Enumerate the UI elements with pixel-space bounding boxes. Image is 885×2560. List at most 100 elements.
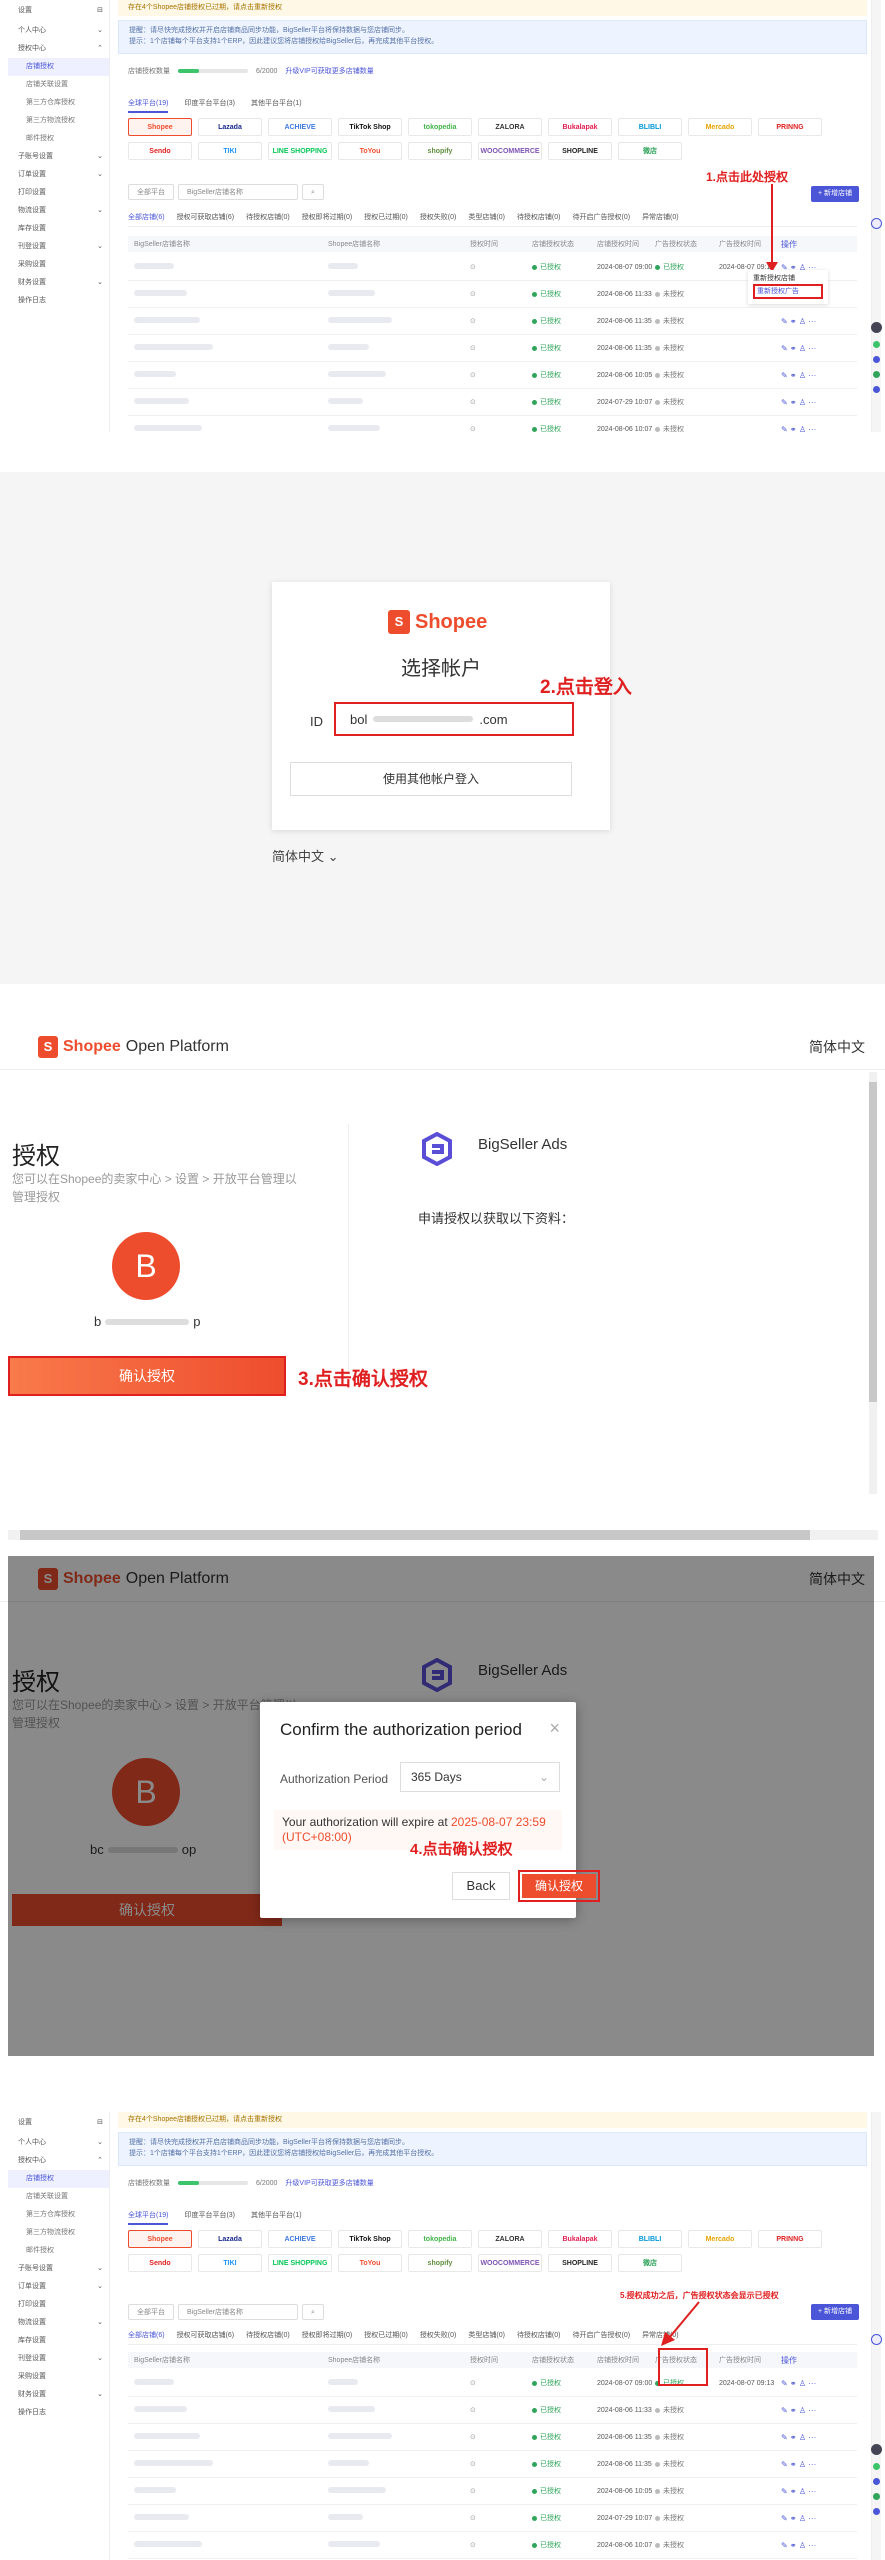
platform-logo-13[interactable]: ToYou [338,2254,402,2272]
sidebar-item[interactable]: 店铺授权 [8,58,109,76]
platform-logo-3[interactable]: TikTok Shop [338,118,402,136]
row-actions[interactable]: ✎ ⚭ ♙ ··· [781,398,857,407]
row-actions[interactable]: ✎ ⚭ ♙ ··· [781,2433,857,2442]
reauth-ads-item[interactable]: 重新授权广告 [753,284,823,299]
search-icon[interactable]: ⌕ [302,184,324,200]
status-tab[interactable]: 授权即将过期(0) [302,2330,353,2340]
store-search-input[interactable]: BigSeller店铺名称 [178,184,298,200]
search-icon[interactable]: ⌕ [302,2304,324,2320]
status-tab[interactable]: 待授权店铺(0) [246,2330,290,2340]
message-icon[interactable] [872,2508,880,2515]
platform-logo-1[interactable]: Lazada [198,2230,262,2248]
status-tab[interactable]: 待授权店铺(0) [517,212,561,222]
confirm-modal-button[interactable]: 确认授权 [522,1874,596,1898]
status-tab[interactable]: 待授权店铺(0) [246,212,290,222]
sidebar-item[interactable]: 库存设置 [8,2332,109,2350]
sidebar-item[interactable]: 采购设置 [8,2368,109,2386]
horizontal-scrollbar[interactable] [8,1530,878,1540]
platform-select[interactable]: 全部平台 [128,184,174,200]
sidebar-item[interactable]: 个人中心 ⌄ [8,22,109,40]
sidebar-item[interactable]: 子账号设置 ⌄ [8,2260,109,2278]
sidebar-item[interactable]: 采购设置 [8,256,109,274]
status-tab[interactable]: 授权可获取店铺(6) [177,2330,235,2340]
sidebar-item[interactable]: 店铺关联设置 [8,76,109,94]
message-icon[interactable] [872,386,880,393]
row-actions[interactable]: ✎ ⚭ ♙ ··· [781,344,857,353]
chat-icon[interactable] [872,341,880,348]
sidebar-item[interactable]: 库存设置 [8,220,109,238]
platform-tab[interactable]: 印度平台平台(3) [184,98,235,113]
status-tab[interactable]: 类型店铺(0) [468,212,505,222]
avatar-icon[interactable] [870,2444,882,2455]
row-actions[interactable]: ✎ ⚭ ♙ ··· [781,2379,857,2388]
platform-logo-12[interactable]: LINE SHOPPING [268,2254,332,2272]
platform-logo-9[interactable]: PRINNG [758,118,822,136]
row-actions[interactable]: ✎ ⚭ ♙ ··· [781,425,857,433]
search-icon[interactable] [870,218,882,229]
row-actions[interactable]: ✎ ⚭ ♙ ··· [781,2460,857,2469]
vertical-scrollbar[interactable] [869,1072,877,1494]
close-icon[interactable]: × [549,1718,560,1739]
platform-logo-5[interactable]: ZALORA [478,2230,542,2248]
platform-logo-1[interactable]: Lazada [198,118,262,136]
sidebar-item[interactable]: 子账号设置 ⌄ [8,148,109,166]
platform-tab[interactable]: 印度平台平台(3) [184,2210,235,2225]
sidebar-item[interactable]: 打印设置 [8,2296,109,2314]
platform-tab[interactable]: 全球平台(19) [128,98,169,113]
platform-tab[interactable]: 全球平台(19) [128,2210,169,2225]
status-tab[interactable]: 类型店铺(0) [468,2330,505,2340]
sidebar-item[interactable]: 操作日志 [8,292,109,310]
sidebar-item[interactable]: 店铺关联设置 [8,2188,109,2206]
sidebar-item[interactable]: 操作日志 [8,2404,109,2422]
platform-logo-8[interactable]: Mercado [688,118,752,136]
sidebar-item[interactable]: 第三方仓库授权 [8,2206,109,2224]
platform-logo-17[interactable]: 微店 [618,142,682,160]
add-store-button[interactable]: + 新增店铺 [811,186,859,202]
sidebar-item[interactable]: 财务设置 ⌄ [8,2386,109,2404]
row-actions[interactable]: ✎ ⚭ ♙ ··· [781,371,857,380]
sidebar-item[interactable]: 第三方物流授权 [8,112,109,130]
sidebar-item[interactable]: 授权中心 ⌃ [8,2152,109,2170]
platform-logo-7[interactable]: BLIBLI [618,118,682,136]
platform-tab[interactable]: 其他平台平台(1) [251,2210,302,2225]
status-tab[interactable]: 授权失败(0) [420,212,457,222]
other-account-button[interactable]: 使用其他帐户登入 [290,762,572,796]
platform-logo-11[interactable]: TIKI [198,142,262,160]
platform-logo-5[interactable]: ZALORA [478,118,542,136]
row-actions[interactable]: ✎ ⚭ ♙ ··· [781,2541,857,2550]
status-tab[interactable]: 全部店铺(6) [128,2330,165,2340]
whatsapp-icon[interactable] [872,2493,880,2500]
avatar-icon[interactable] [870,322,882,333]
platform-logo-15[interactable]: WOOCOMMERCE [478,142,542,160]
row-actions[interactable]: ✎ ⚭ ♙ ··· [781,317,857,326]
period-select[interactable]: 365 Days ⌄ [400,1762,560,1792]
sidebar-item[interactable]: 刊登设置 ⌄ [8,238,109,256]
platform-logo-3[interactable]: TikTok Shop [338,2230,402,2248]
platform-logo-2[interactable]: ACHIEVE [268,118,332,136]
status-tab[interactable]: 授权已过期(0) [364,2330,408,2340]
chat-icon[interactable] [872,2463,880,2470]
platform-logo-16[interactable]: SHOPLINE [548,142,612,160]
platform-logo-16[interactable]: SHOPLINE [548,2254,612,2272]
sidebar-item[interactable]: 刊登设置 ⌄ [8,2350,109,2368]
language-select[interactable]: 简体中文 ⌄ [272,846,339,865]
status-tab[interactable]: 授权即将过期(0) [302,212,353,222]
platform-logo-0[interactable]: Shopee [128,2230,192,2248]
status-tab[interactable]: 授权失败(0) [420,2330,457,2340]
platform-logo-10[interactable]: Sendo [128,142,192,160]
sidebar-item[interactable]: 店铺授权 [8,2170,109,2188]
platform-logo-8[interactable]: Mercado [688,2230,752,2248]
sidebar-item[interactable]: 物流设置 ⌄ [8,2314,109,2332]
sidebar-item[interactable]: 订单设置 ⌄ [8,166,109,184]
platform-logo-4[interactable]: tokopedia [408,118,472,136]
sidebar-item[interactable]: 财务设置 ⌄ [8,274,109,292]
platform-logo-17[interactable]: 微店 [618,2254,682,2272]
row-actions[interactable]: ✎ ⚭ ♙ ··· [781,2487,857,2496]
search-icon[interactable] [870,2334,882,2345]
platform-logo-7[interactable]: BLIBLI [618,2230,682,2248]
platform-logo-13[interactable]: ToYou [338,142,402,160]
sidebar-item[interactable]: 邮件授权 [8,2242,109,2260]
sidebar-item[interactable]: 订单设置 ⌄ [8,2278,109,2296]
status-tab[interactable]: 待开启广告授权(0) [573,212,631,222]
expired-notice[interactable]: 存在4个Shopee店铺授权已过期，请点击重新授权 [118,2112,867,2128]
